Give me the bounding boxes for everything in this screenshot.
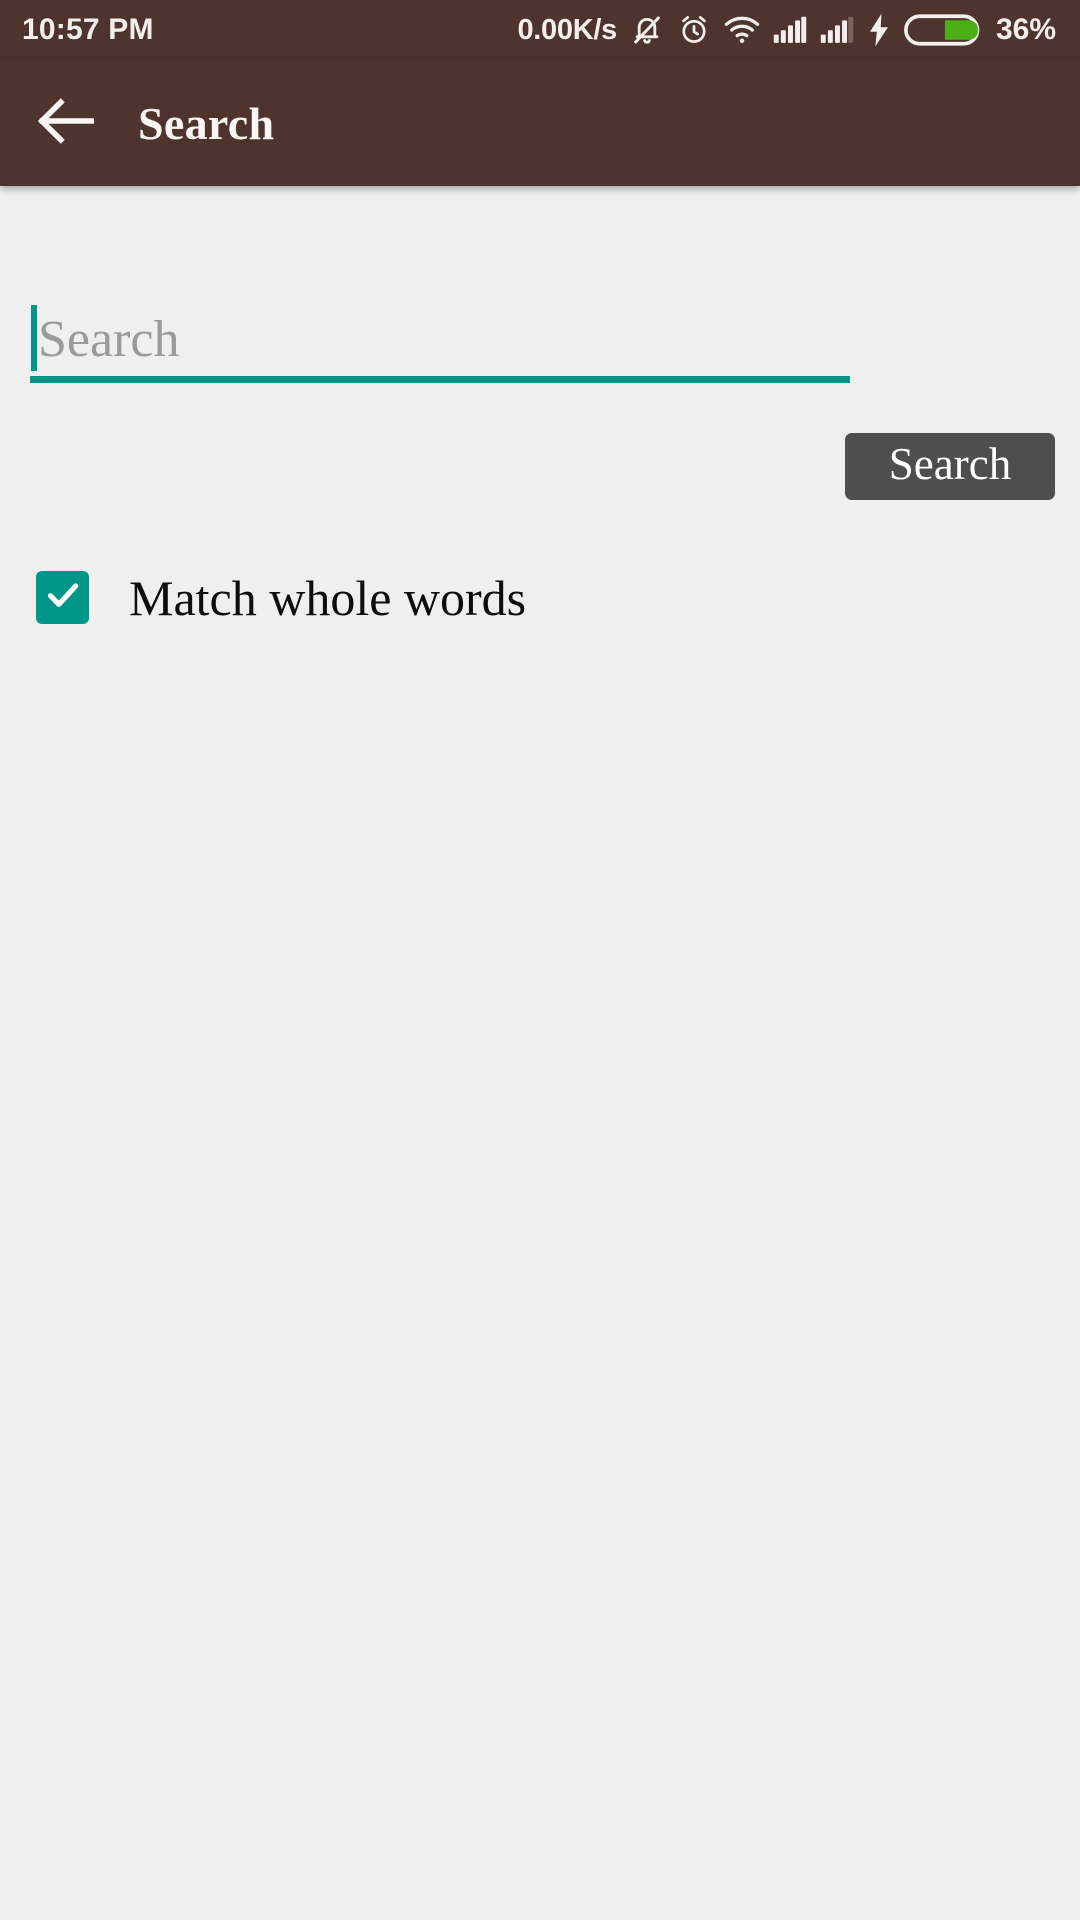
battery-percent-text: 36% [995,13,1056,46]
app-screen: 10:57 PM 0.00K/s 36% Search Search Searc… [0,0,1080,1920]
network-speed-text: 0.00K/s [517,13,617,46]
checkmark-icon [43,575,83,620]
search-button[interactable]: Search [845,433,1055,500]
search-input-underline [30,376,850,383]
status-bar-clock: 10:57 PM [22,13,154,46]
signal-sim1-icon [773,15,807,45]
match-whole-words-checkbox[interactable] [36,571,89,624]
back-button[interactable] [18,75,114,171]
status-bar: 10:57 PM 0.00K/s 36% [0,0,1080,60]
app-bar: Search [0,60,1080,186]
signal-sim2-icon [820,15,854,45]
page-title: Search [138,97,275,149]
main-content: Search Match whole words [0,186,1080,1920]
charging-bolt-icon [867,13,891,47]
alarm-clock-icon [677,13,711,47]
text-caret [31,305,37,371]
match-whole-words-row[interactable]: Match whole words [36,571,526,624]
status-bar-icons: 0.00K/s 36% [517,12,1056,48]
bell-muted-icon [630,13,664,47]
search-input[interactable] [30,248,1050,376]
arrow-left-icon [37,97,95,149]
battery-icon [904,12,980,48]
wifi-icon [724,14,760,46]
match-whole-words-label: Match whole words [129,569,527,626]
search-field-wrapper [30,248,1050,393]
